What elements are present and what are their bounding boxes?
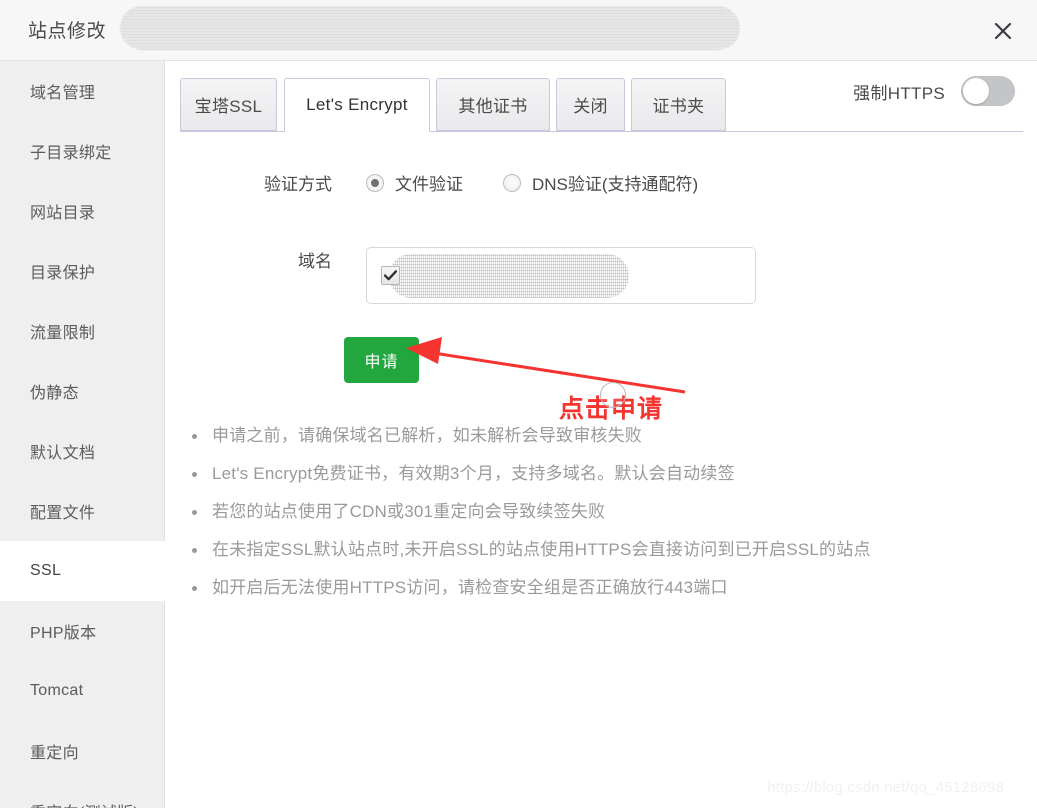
sidebar-item-label: 域名管理 bbox=[30, 85, 96, 102]
tab-5[interactable]: 证书夹 bbox=[631, 78, 726, 131]
close-icon[interactable] bbox=[983, 11, 1023, 51]
watermark: https://blog.csdn.net/qq_45128698 bbox=[767, 779, 1004, 796]
sidebar: 域名管理子目录绑定网站目录目录保护流量限制伪静态默认文档配置文件 SSL PHP版本… bbox=[0, 61, 165, 808]
sidebar-item-label: SSL bbox=[30, 562, 62, 579]
sidebar-item-label: PHP版本 bbox=[30, 625, 97, 642]
note-item: 在未指定SSL默认站点时,未开启SSL的站点使用HTTPS会直接访问到已开启SS… bbox=[182, 531, 1022, 569]
sidebar-item-3[interactable]: 网站目录 bbox=[0, 181, 164, 241]
page-title: 站点修改 bbox=[28, 21, 107, 42]
tab-label: Let's Encrypt bbox=[306, 95, 408, 114]
sidebar-item-11[interactable]: Tomcat bbox=[0, 661, 164, 721]
sidebar-item-13[interactable]: 重定向(测试版) bbox=[0, 781, 164, 808]
tab-3[interactable]: 其他证书 bbox=[436, 78, 550, 131]
sidebar-item-label: 重定向 bbox=[30, 745, 79, 762]
force-https-label: 强制HTTPS bbox=[853, 83, 945, 103]
domain-label: 域名 bbox=[298, 252, 332, 271]
sidebar-item-label: Tomcat bbox=[30, 682, 84, 699]
radio-file-verify-label: 文件验证 bbox=[395, 175, 463, 194]
redacted-domain-value bbox=[389, 254, 629, 298]
radio-dns-verify-label: DNS验证(支持通配符) bbox=[532, 175, 699, 194]
note-item: Let's Encrypt免费证书，有效期3个月，支持多域名。默认会自动续签 bbox=[182, 455, 1022, 493]
note-item: 若您的站点使用了CDN或301重定向会导致续签失败 bbox=[182, 493, 1022, 531]
sidebar-item-label: 网站目录 bbox=[30, 205, 96, 222]
sidebar-item-4[interactable]: 目录保护 bbox=[0, 241, 164, 301]
sidebar-item-label: 伪静态 bbox=[30, 385, 79, 402]
site-modify-dialog: 站点修改 域名管理子目录绑定网站目录目录保护流量限制伪静态默认文档配置文件 SSL… bbox=[0, 0, 1037, 808]
sidebar-item-2[interactable]: 子目录绑定 bbox=[0, 121, 164, 181]
cursor-highlight-ring bbox=[600, 382, 626, 408]
sidebar-item-label: 默认文档 bbox=[30, 445, 96, 462]
radio-file-verify-dot bbox=[366, 173, 384, 192]
sidebar-item-7[interactable]: 默认文档 bbox=[0, 421, 164, 481]
verify-method-row: 验证方式 文件验证 DNS验证(支持通配符) bbox=[166, 170, 1037, 195]
note-item: 如开启后无法使用HTTPS访问，请检查安全组是否正确放行443端口 bbox=[182, 569, 1022, 607]
domain-row: 域名 bbox=[166, 247, 1037, 304]
sidebar-item-label: 重定向(测试版) bbox=[30, 799, 139, 808]
main-content: 宝塔SSL Let's Encrypt 其他证书 关闭 证书夹 强制HTTPS 验证方式… bbox=[166, 62, 1037, 808]
sidebar-item-label: 子目录绑定 bbox=[30, 145, 112, 162]
note-item: 申请之前，请确保域名已解析，如未解析会导致审核失败 bbox=[182, 417, 1022, 455]
tab-4[interactable]: 关闭 bbox=[556, 78, 625, 131]
sidebar-item-1[interactable]: 域名管理 bbox=[0, 61, 164, 121]
dialog-titlebar: 站点修改 bbox=[0, 0, 1037, 61]
sidebar-item-8[interactable]: 配置文件 bbox=[0, 481, 164, 541]
tab-label: 证书夹 bbox=[652, 97, 705, 116]
force-https-control: 强制HTTPS bbox=[853, 76, 1015, 106]
sidebar-item-label: 目录保护 bbox=[30, 265, 96, 282]
force-https-toggle[interactable] bbox=[961, 76, 1015, 106]
radio-dns-verify-dot bbox=[503, 173, 521, 192]
tab-label: 关闭 bbox=[573, 97, 608, 116]
sidebar-item-label: 流量限制 bbox=[30, 325, 96, 342]
sidebar-item-9[interactable]: SSL bbox=[0, 541, 165, 601]
sidebar-item-12[interactable]: 重定向 bbox=[0, 721, 164, 781]
radio-file-verify[interactable]: 文件验证 bbox=[366, 170, 463, 195]
redacted-domain-title bbox=[120, 6, 740, 50]
domain-checkbox[interactable] bbox=[381, 266, 400, 285]
sidebar-item-10[interactable]: PHP版本 bbox=[0, 601, 164, 661]
tab-1[interactable]: 宝塔SSL bbox=[180, 78, 277, 131]
verify-method-label: 验证方式 bbox=[264, 175, 332, 194]
domain-list-box[interactable] bbox=[366, 247, 756, 304]
tab-2[interactable]: Let's Encrypt bbox=[284, 78, 430, 132]
apply-button[interactable]: 申请 bbox=[344, 337, 419, 383]
radio-dns-verify[interactable]: DNS验证(支持通配符) bbox=[503, 170, 698, 195]
sidebar-item-label: 配置文件 bbox=[30, 505, 96, 522]
toggle-knob bbox=[963, 78, 989, 104]
tab-label: 其他证书 bbox=[458, 97, 528, 116]
tab-label: 宝塔SSL bbox=[194, 97, 263, 116]
notes-list: 申请之前，请确保域名已解析，如未解析会导致审核失败 Let's Encrypt免费… bbox=[182, 417, 1022, 607]
sidebar-item-6[interactable]: 伪静态 bbox=[0, 361, 164, 421]
sidebar-item-5[interactable]: 流量限制 bbox=[0, 301, 164, 361]
verify-method-options: 文件验证 DNS验证(支持通配符) bbox=[366, 170, 698, 195]
